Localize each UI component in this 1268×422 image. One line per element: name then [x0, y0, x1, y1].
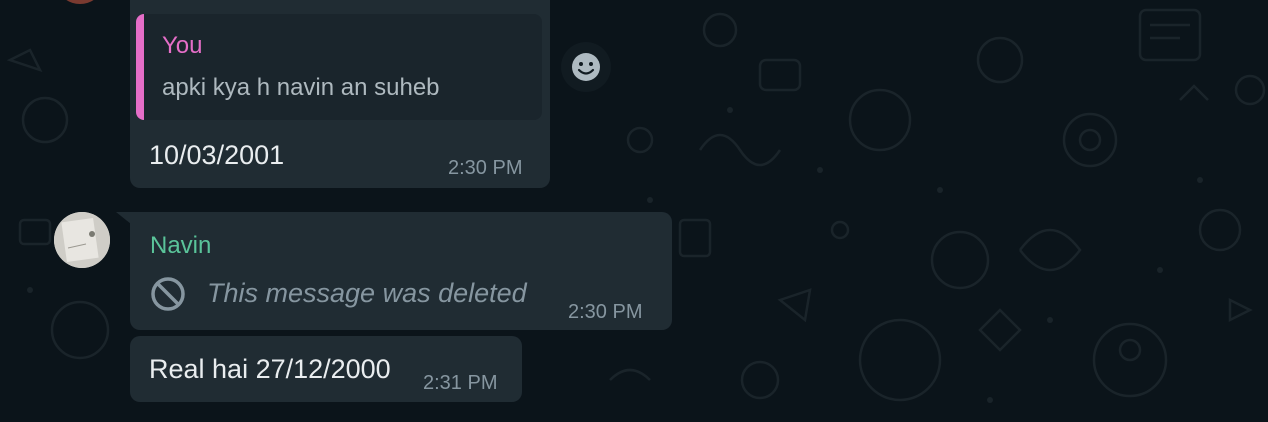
message-time: 2:30 PM	[568, 301, 643, 323]
message-text: Real hai 27/12/2000	[149, 354, 391, 384]
message-time: 2:30 PM	[448, 157, 523, 179]
sender-name: Navin	[150, 232, 212, 259]
quote-author: You	[162, 32, 203, 59]
react-button[interactable]	[561, 42, 611, 92]
avatar[interactable]	[54, 212, 110, 268]
ban-icon	[151, 277, 185, 311]
deleted-message-text: This message was deleted	[207, 278, 527, 308]
quoted-message[interactable]: You apki kya h navin an suheb	[136, 14, 542, 120]
message-text: 10/03/2001	[149, 140, 285, 170]
smiley-icon	[572, 53, 600, 81]
quote-text: apki kya h navin an suheb	[162, 74, 440, 101]
quote-accent-bar	[136, 14, 144, 120]
avatar-photo	[54, 212, 110, 268]
message-time: 2:31 PM	[423, 372, 498, 394]
